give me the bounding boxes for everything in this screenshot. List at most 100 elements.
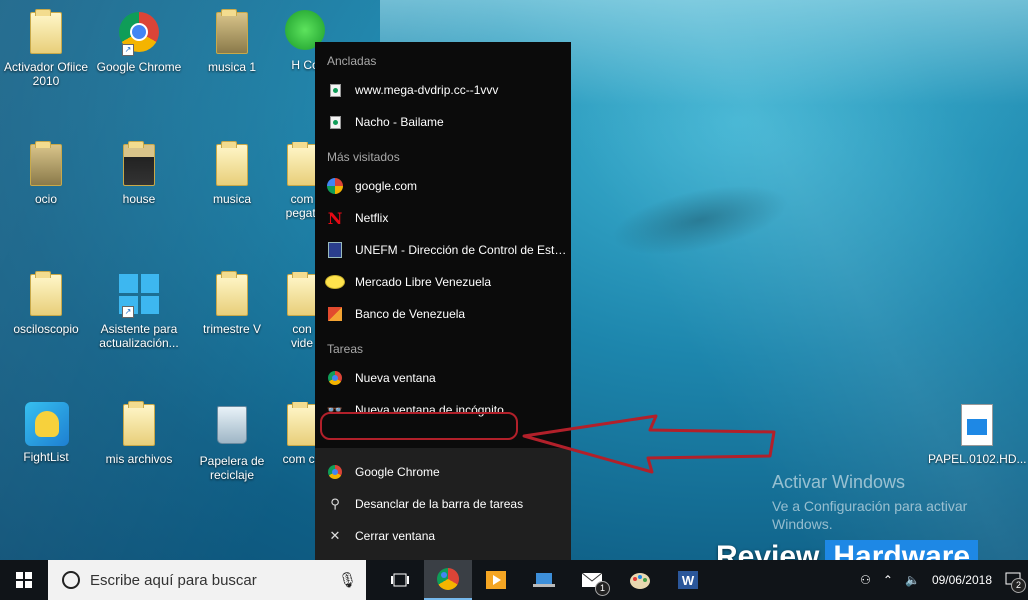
notifications-button[interactable]: 2 [1004, 570, 1026, 593]
taskbar: Escribe aquí para buscar 🎙 1 W ⚇ ⌃ 🔈 09/… [0, 560, 1028, 600]
annotation-highlight [320, 412, 518, 440]
clock[interactable]: 09/06/2018 [932, 572, 992, 588]
folder-icon [216, 271, 248, 316]
desktop-icon-fightlist[interactable]: FightList [0, 402, 92, 464]
desktop-icon-google-chrome[interactable]: ↗ Google Chrome [93, 10, 185, 74]
folder-icon [30, 141, 62, 186]
chrome-icon [437, 568, 459, 590]
close-icon: ✕ [329, 528, 341, 544]
netflix-icon: N [327, 208, 343, 228]
unefm-icon [328, 242, 342, 258]
folder-icon [30, 9, 62, 54]
jump-list-item-label: www.mega-dvdrip.cc--1vvv [355, 83, 499, 97]
jump-list-item-label: Nueva ventana [355, 371, 436, 385]
google-icon [327, 178, 343, 194]
desktop-icon-activador-office[interactable]: Activador Ofiice 2010 [0, 9, 92, 88]
jump-list-item-close-window[interactable]: ✕ Cerrar ventana [315, 520, 571, 552]
cortana-icon [62, 571, 80, 589]
search-box[interactable]: Escribe aquí para buscar 🎙 [48, 560, 366, 600]
folder-icon [30, 271, 62, 316]
shortcut-arrow-icon: ↗ [122, 44, 134, 56]
jump-list-item-unpin[interactable]: ⚲ Desanclar de la barra de tareas [315, 488, 571, 520]
task-view-icon [391, 573, 409, 587]
jump-list-item-frequent[interactable]: Mercado Libre Venezuela [315, 266, 571, 298]
show-hidden-icons-chevron-icon[interactable]: ⌃ [883, 573, 893, 587]
annotation-arrow [522, 414, 776, 474]
taskbar-laptop-app[interactable] [520, 560, 568, 600]
desktop-icon-label: musica [212, 192, 251, 206]
search-placeholder: Escribe aquí para buscar [90, 571, 257, 589]
desktop-icon-trimestre-v[interactable]: trimestre V [186, 271, 278, 336]
jump-list-header-pinned: Ancladas [327, 54, 377, 68]
fightlist-icon [25, 402, 69, 446]
jump-list-item-label: Netflix [355, 211, 389, 225]
desktop-icon-papelera[interactable]: Papelera de reciclaje [186, 402, 278, 482]
unpin-icon: ⚲ [330, 496, 340, 512]
video-file-icon [961, 404, 993, 446]
jump-list-item-frequent[interactable]: N Netflix [315, 202, 571, 234]
page-icon [329, 83, 341, 97]
jump-list-item-pinned[interactable]: www.mega-dvdrip.cc--1vvv [315, 74, 571, 106]
media-player-icon [486, 571, 506, 589]
jump-list-header-frequent: Más visitados [327, 150, 400, 164]
word-icon: W [678, 571, 698, 589]
desktop-icon-label: house [122, 192, 156, 206]
taskbar-chrome[interactable] [424, 560, 472, 600]
desktop-icon-ocio[interactable]: ocio [0, 141, 92, 206]
jump-list-item-frequent[interactable]: Banco de Venezuela [315, 298, 571, 330]
desktop-icon-house[interactable]: house [93, 141, 185, 206]
chrome-jump-list: Ancladas www.mega-dvdrip.cc--1vvv Nacho … [315, 42, 571, 560]
folder-icon [123, 401, 155, 446]
folder-icon [216, 141, 248, 186]
jump-list-item-label: Banco de Venezuela [355, 307, 466, 321]
desktop-icon-label: PAPEL.0102.HD... [928, 452, 1027, 466]
paint-palette-icon [630, 573, 650, 589]
desktop-icon-papel-video[interactable]: PAPEL.0102.HD... [928, 402, 1027, 466]
desktop-icon-label: osciloscopio [13, 322, 79, 336]
recycle-bin-icon [217, 406, 247, 444]
taskbar-media-player[interactable] [472, 560, 520, 600]
windows-start-icon [16, 572, 32, 588]
desktop-icon-musica[interactable]: musica [186, 141, 278, 206]
taskbar-paint[interactable] [616, 560, 664, 600]
desktop-icon-label: Activador Ofiice 2010 [3, 60, 89, 88]
desktop-icon-label: Asistente para actualización... [99, 322, 179, 350]
desktop-icon-label: musica 1 [207, 60, 257, 74]
desktop-icon-musica-1[interactable]: musica 1 [186, 9, 278, 74]
desktop-icon-osciloscopio[interactable]: osciloscopio [0, 271, 92, 336]
desktop-icon-asistente[interactable]: ↗ Asistente para actualización... [93, 272, 185, 350]
mail-badge: 1 [595, 581, 610, 596]
chrome-icon [328, 465, 342, 479]
notification-badge: 2 [1011, 577, 1026, 593]
task-view-button[interactable] [376, 560, 424, 600]
people-icon[interactable]: ⚇ [860, 573, 871, 587]
jump-list-item-label: Cerrar ventana [355, 529, 436, 543]
jump-list-item-label: Desanclar de la barra de tareas [355, 497, 524, 511]
microphone-icon[interactable]: 🎙 [338, 571, 357, 589]
jump-list-item-new-window[interactable]: Nueva ventana [315, 362, 571, 394]
activate-windows-watermark: Activar Windows Ve a Configuración para … [772, 472, 1002, 533]
jump-list-item-label: Mercado Libre Venezuela [355, 275, 492, 289]
jump-list-item-label: Nacho - Bailame [355, 115, 444, 129]
watermark-subtitle: Ve a Configuración para activar Windows. [772, 498, 968, 532]
desktop-icon-label: ocio [34, 192, 57, 206]
taskbar-word[interactable]: W [664, 560, 712, 600]
taskbar-mail[interactable]: 1 [568, 560, 616, 600]
clock-date: 09/06/2018 [931, 573, 992, 587]
chrome-icon [328, 371, 342, 385]
jump-list-item-frequent[interactable]: UNEFM - Dirección de Control de Estu... [315, 234, 571, 266]
laptop-icon [533, 573, 555, 587]
desktop-icon-label: trimestre V [202, 322, 261, 336]
folder-icon [123, 141, 155, 186]
volume-icon[interactable]: 🔈 [905, 573, 920, 587]
desktop-icon-mis-archivos[interactable]: mis archivos [93, 401, 185, 466]
bank-icon [328, 307, 342, 321]
mercadolibre-icon [325, 275, 345, 289]
jump-list-item-frequent[interactable]: google.com [315, 170, 571, 202]
jump-list-recent-section: Ancladas www.mega-dvdrip.cc--1vvv Nacho … [315, 42, 571, 448]
start-button[interactable] [0, 560, 48, 600]
jump-list-item-pinned[interactable]: Nacho - Bailame [315, 106, 571, 138]
jump-list-item-label: google.com [355, 179, 418, 193]
folder-icon [216, 9, 248, 54]
shortcut-arrow-icon: ↗ [122, 306, 134, 318]
